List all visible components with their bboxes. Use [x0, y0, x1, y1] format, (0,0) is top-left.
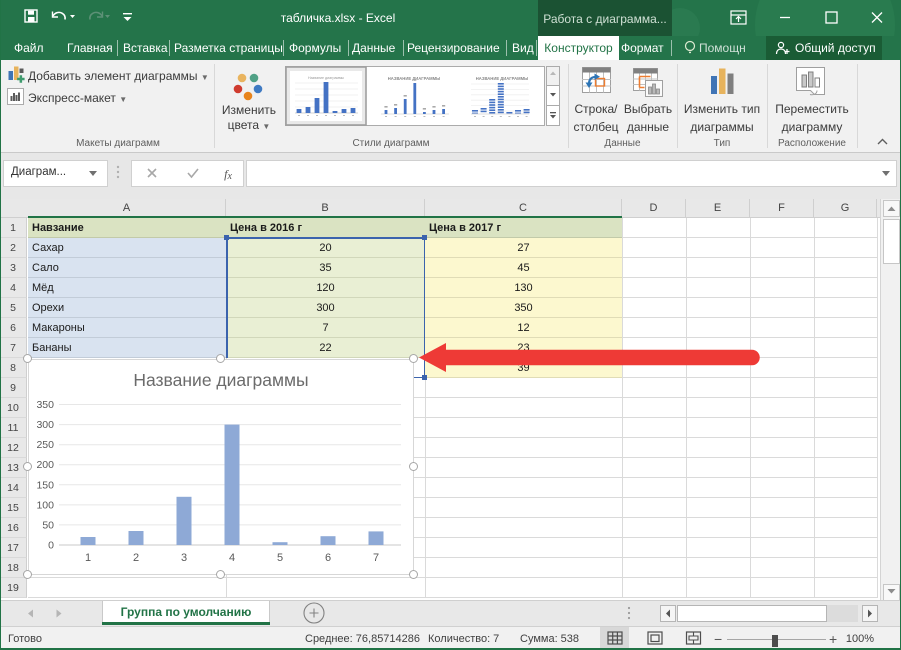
svg-text:200: 200	[36, 459, 54, 471]
svg-text:Название диаграммы: Название диаграммы	[308, 76, 344, 80]
svg-text:150: 150	[36, 479, 54, 491]
svg-text:6: 6	[325, 552, 331, 564]
svg-text:300: 300	[36, 419, 54, 431]
svg-text:4: 4	[229, 552, 235, 564]
svg-text:100: 100	[36, 499, 54, 511]
svg-text:fx: fx	[224, 167, 232, 182]
svg-text:250: 250	[36, 439, 54, 451]
svg-text:7: 7	[373, 552, 379, 564]
svg-text:0: 0	[48, 540, 54, 552]
svg-text:5: 5	[277, 552, 283, 564]
svg-text:50: 50	[42, 519, 54, 531]
svg-text:350: 350	[36, 399, 54, 411]
svg-text:2: 2	[133, 552, 139, 564]
svg-text:НАЗВАНИЕ ДИАГРАММЫ: НАЗВАНИЕ ДИАГРАММЫ	[476, 76, 528, 81]
svg-text:3: 3	[181, 552, 187, 564]
svg-text:1: 1	[85, 552, 91, 564]
